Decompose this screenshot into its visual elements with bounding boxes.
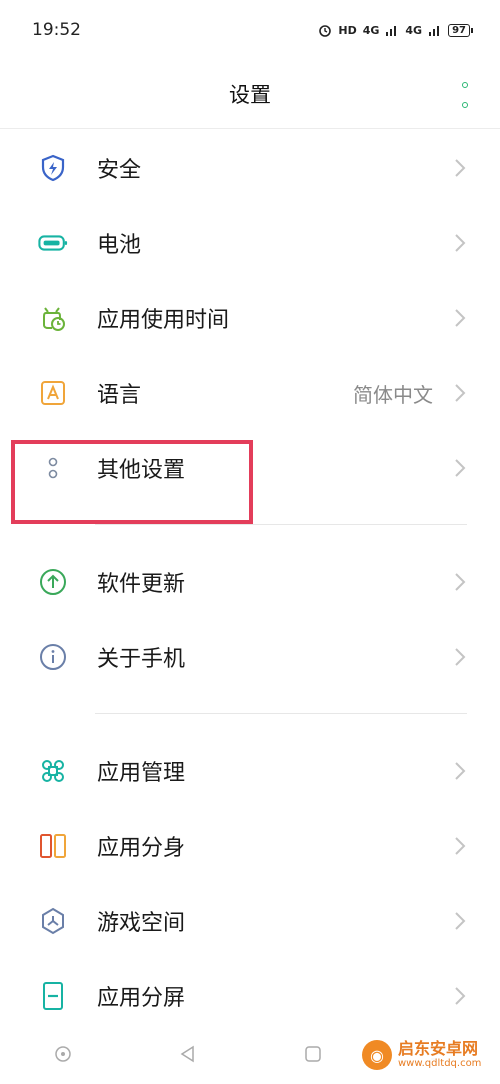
- chevron-right-icon: [455, 912, 466, 930]
- clock-alarm-icon: [38, 303, 68, 333]
- status-time: 19:52: [32, 20, 81, 40]
- chevron-right-icon: [455, 573, 466, 591]
- command-icon: [38, 756, 68, 786]
- watermark-title: 启东安卓网: [398, 1039, 479, 1058]
- upload-arrow-icon: [38, 567, 68, 597]
- chevron-right-icon: [455, 309, 466, 327]
- split-app-icon: [38, 831, 68, 861]
- shield-bolt-icon: [38, 153, 68, 183]
- settings-item-label: 安全: [97, 158, 142, 183]
- settings-item-language[interactable]: 语言 简体中文: [0, 357, 500, 429]
- dot-circle-icon: [54, 1046, 71, 1062]
- settings-item-label: 应用管理: [97, 761, 186, 786]
- settings-item-value: 简体中文: [353, 382, 433, 407]
- settings-item-about-phone[interactable]: 关于手机: [0, 621, 500, 693]
- watermark-text: 启东安卓网 www.qdltdq.com: [398, 1040, 481, 1070]
- game-space-icon: [38, 906, 68, 936]
- network-4g-indicator-1: 4G: [362, 23, 380, 37]
- settings-item-label: 语言: [97, 383, 142, 408]
- settings-item-label: 电池: [97, 233, 142, 258]
- settings-item-battery[interactable]: 电池: [0, 207, 500, 279]
- settings-item-label: 应用分身: [97, 836, 186, 861]
- signal-icon: [386, 26, 397, 36]
- site-watermark: ◉ 启东安卓网 www.qdltdq.com: [362, 1034, 494, 1076]
- assistant-button[interactable]: [51, 1042, 75, 1066]
- language-a-icon: [38, 378, 68, 408]
- back-triangle-icon: [180, 1045, 194, 1063]
- battery-indicator: 97: [448, 23, 473, 37]
- highlight-annotation: [11, 440, 253, 524]
- app-header: 设置: [0, 60, 500, 129]
- status-icons: HD 4G 4G 97: [318, 23, 473, 37]
- chevron-right-icon: [455, 459, 466, 477]
- settings-item-label: 游戏空间: [97, 911, 186, 936]
- home-square-icon: [304, 1046, 321, 1062]
- back-button[interactable]: [176, 1042, 200, 1066]
- network-4g-indicator-2: 4G: [405, 23, 423, 37]
- section-divider: [95, 524, 467, 525]
- settings-item-label: 软件更新: [97, 572, 186, 597]
- status-bar: 19:52 HD 4G 4G 97: [0, 0, 500, 60]
- watermark-url: www.qdltdq.com: [398, 1058, 482, 1069]
- settings-item-software-update[interactable]: 软件更新: [0, 546, 500, 618]
- settings-item-security[interactable]: 安全: [0, 132, 500, 204]
- chevron-right-icon: [455, 648, 466, 666]
- chevron-right-icon: [455, 234, 466, 252]
- more-dot-icon: [462, 82, 468, 88]
- settings-item-app-clone[interactable]: 应用分身: [0, 810, 500, 882]
- settings-item-app-management[interactable]: 应用管理: [0, 735, 500, 807]
- page-title: 设置: [229, 83, 271, 107]
- info-icon: [38, 642, 68, 672]
- battery-icon: [38, 228, 68, 258]
- chevron-right-icon: [455, 987, 466, 1005]
- watermark-logo-icon: ◉: [362, 1040, 392, 1070]
- chevron-right-icon: [455, 384, 466, 402]
- chevron-right-icon: [455, 159, 466, 177]
- settings-item-game-space[interactable]: 游戏空间: [0, 885, 500, 957]
- settings-item-label: 应用使用时间: [97, 308, 230, 333]
- settings-item-split-screen[interactable]: 应用分屏: [0, 960, 500, 1032]
- settings-item-app-usage-time[interactable]: 应用使用时间: [0, 282, 500, 354]
- section-divider: [95, 713, 467, 714]
- split-screen-icon: [38, 981, 68, 1011]
- settings-item-label: 应用分屏: [97, 986, 186, 1011]
- chevron-right-icon: [455, 762, 466, 780]
- alarm-icon: [319, 25, 332, 37]
- hd-indicator: HD: [338, 23, 357, 37]
- more-dot-icon: [462, 102, 468, 108]
- signal-icon-2: [429, 26, 440, 36]
- settings-item-label: 关于手机: [97, 647, 186, 672]
- chevron-right-icon: [455, 837, 466, 855]
- home-button[interactable]: [301, 1042, 325, 1066]
- more-options-button[interactable]: [458, 82, 472, 108]
